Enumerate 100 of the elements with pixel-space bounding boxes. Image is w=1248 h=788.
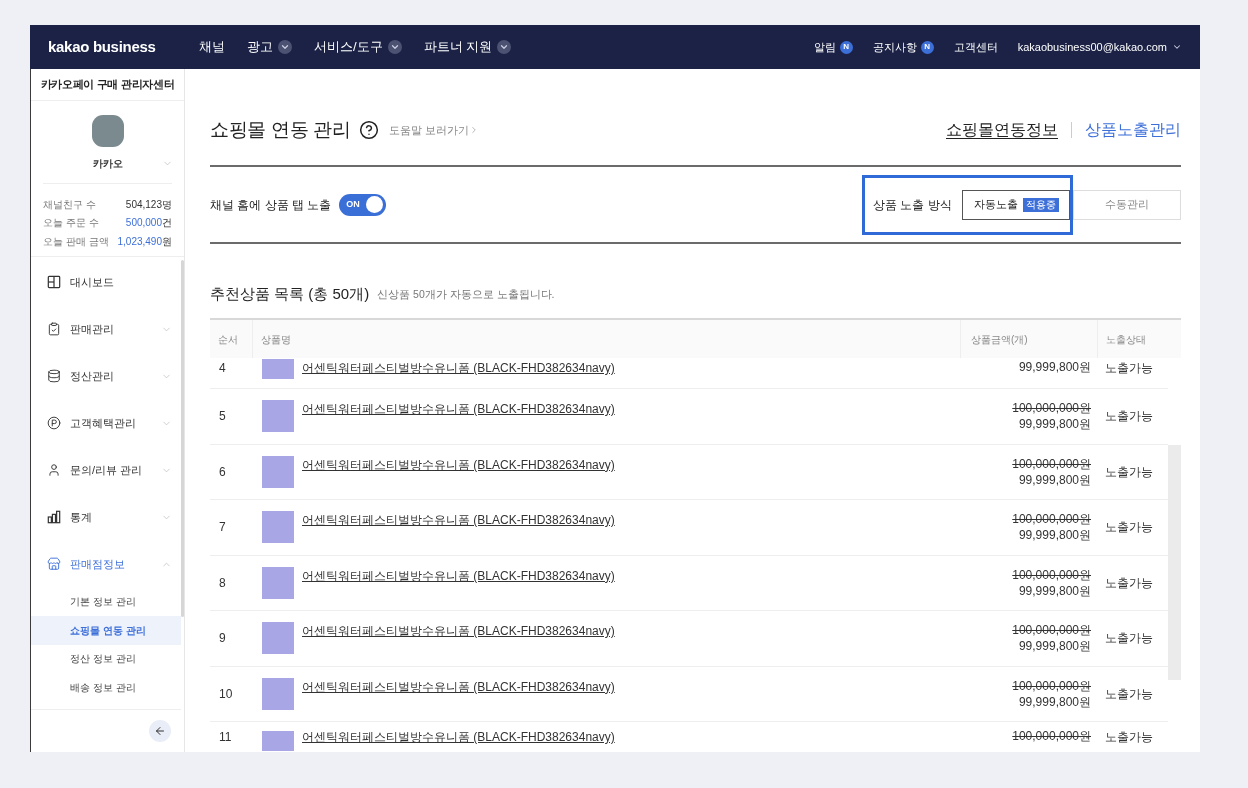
sidebar-menu-item[interactable]: 판매점정보 [31, 540, 181, 588]
tab[interactable]: 쇼핑몰연동정보 [946, 118, 1058, 142]
tab[interactable]: 상품노출관리 [1085, 118, 1181, 142]
sidebar-menu-item[interactable]: 고객혜택관리 [31, 399, 181, 447]
avatar [91, 115, 124, 147]
sale-price: 99,999,800원 [1018, 471, 1091, 488]
column-header: 상품금액(개) [971, 332, 1028, 347]
nav-link[interactable]: 알림 [813, 38, 836, 56]
nav-menu-item[interactable]: 광고 [247, 37, 273, 57]
profile-name: 카카오 [92, 156, 123, 171]
stat-value: 504,123명 [125, 197, 172, 212]
clipboard-check-icon [47, 322, 61, 336]
stat-label: 오늘 판매 금액 [43, 234, 109, 249]
exposure-status: 노출가능 [1105, 408, 1153, 426]
help-link[interactable]: 도움말 보러가기 [388, 121, 469, 139]
product-name-link[interactable]: 어센틱워터페스티벌방수유니폼 (BLACK-FHD382634navy) [302, 622, 615, 641]
column-header: 노출상태 [1106, 332, 1146, 347]
stat-value: 500,000건 [125, 216, 172, 231]
segment-button[interactable]: 자동노출 적용중 [962, 189, 1070, 220]
exposure-method-label: 상품 노출 방식 [873, 196, 953, 214]
exposure-status: 노출가능 [1105, 463, 1153, 481]
column-header: 상품명 [261, 332, 291, 347]
notification-badge: N [920, 40, 934, 54]
product-name-link[interactable]: 어센틱워터페스티벌방수유니폼 (BLACK-FHD382634navy) [302, 511, 615, 530]
stat-label: 오늘 주문 수 [43, 216, 99, 231]
product-name-link[interactable]: 어센틱워터페스티벌방수유니폼 (BLACK-FHD382634navy) [302, 359, 615, 377]
sale-price: 99,999,800원 [1018, 527, 1091, 544]
sidebar-submenu-item[interactable]: 정산 정보 관리 [31, 644, 181, 673]
chevron-down-icon [1172, 42, 1182, 52]
product-name-link[interactable]: 어센틱워터페스티벌방수유니폼 (BLACK-FHD382634navy) [302, 677, 615, 696]
product-name-link[interactable]: 어센틱워터페스티벌방수유니폼 (BLACK-FHD382634navy) [302, 566, 615, 585]
row-number: 11 [219, 729, 232, 746]
nav-link[interactable]: 고객센터 [953, 38, 998, 56]
nav-menu-item[interactable]: 서비스/도구 [314, 37, 383, 57]
sale-price: 99,999,800원 [1018, 359, 1091, 375]
section-title: 추천상품 목록 (총 50개) [210, 283, 370, 304]
list-price: 100,000,000원 [1012, 400, 1091, 417]
product-name-link[interactable]: 어센틱워터페스티벌방수유니폼 (BLACK-FHD382634navy) [302, 728, 615, 746]
row-number: 7 [219, 519, 226, 537]
sidebar-submenu-item[interactable]: 기본 정보 관리 [31, 587, 181, 616]
toggle-switch[interactable]: ON [339, 193, 387, 216]
page-title: 쇼핑몰 연동 관리 [210, 117, 351, 142]
sale-price: 99,999,800원 [1018, 582, 1091, 599]
exposure-status: 노출가능 [1105, 630, 1153, 648]
product-name-link[interactable]: 어센틱워터페스티벌방수유니폼 (BLACK-FHD382634navy) [302, 455, 615, 474]
sidebar-menu-item[interactable]: 판매관리 [31, 305, 181, 353]
sale-price: 99,999,800원 [1018, 416, 1091, 433]
sidebar-menu-item[interactable]: 문의/리뷰 관리 [31, 446, 181, 494]
sidebar-menu-item[interactable]: 정산관리 [31, 352, 181, 400]
list-price: 100,000,000원 [1012, 566, 1091, 583]
row-number: 9 [219, 630, 226, 648]
circle-p-icon [47, 416, 61, 430]
bar-chart-icon [47, 510, 61, 524]
row-number: 8 [219, 574, 226, 592]
list-price: 100,000,000원 [1012, 728, 1091, 744]
notification-badge: N [839, 40, 853, 54]
exposure-status: 노출가능 [1105, 519, 1153, 537]
exposure-status: 노출가능 [1105, 574, 1153, 592]
list-price: 100,000,000원 [1012, 455, 1091, 472]
exposure-status: 노출가능 [1105, 685, 1153, 703]
collapse-sidebar-button[interactable] [149, 720, 171, 742]
row-number: 6 [219, 463, 226, 481]
list-price: 100,000,000원 [1012, 511, 1091, 528]
row-number: 10 [219, 685, 233, 703]
stat-label: 채널친구 수 [43, 197, 96, 212]
exposure-status: 노출가능 [1105, 360, 1153, 377]
product-name-link[interactable]: 어센틱워터페스티벌방수유니폼 (BLACK-FHD382634navy) [302, 400, 615, 419]
list-price: 100,000,000원 [1012, 677, 1091, 694]
logo[interactable]: kakao business [48, 35, 156, 59]
stat-value: 1,023,490원 [117, 234, 172, 249]
arrow-left-icon [154, 725, 166, 737]
scrollbar[interactable] [181, 259, 184, 617]
nav-menu-item[interactable]: 채널 [199, 37, 225, 57]
photo-placeholder [262, 677, 294, 710]
segment-button[interactable]: 수동관리 [1073, 189, 1181, 220]
column-header: 순서 [218, 332, 238, 347]
sidebar-title: 카카오페이 구매 관리자센터 [40, 77, 175, 93]
account-menu[interactable]: kakaobusiness00@kakao.com [1017, 38, 1167, 56]
sidebar-menu-item[interactable]: 대시보드 [31, 258, 181, 306]
nav-menu-item[interactable]: 파트너 지원 [423, 37, 493, 57]
help-icon[interactable] [358, 120, 379, 140]
photo-placeholder [262, 731, 294, 751]
row-number: 4 [219, 360, 226, 377]
chevron-down-icon [497, 40, 512, 54]
photo-placeholder [262, 622, 294, 655]
nav-link[interactable]: 공지사항 [872, 38, 917, 56]
sidebar-submenu-item[interactable]: 쇼핑몰 연동 관리 [31, 616, 181, 645]
database-icon [47, 369, 61, 383]
chevron-down-icon [387, 40, 402, 54]
user-icon [47, 463, 61, 477]
dashboard-icon [47, 275, 61, 289]
photo-placeholder [262, 359, 294, 379]
row-number: 5 [219, 408, 226, 426]
sale-price: 99,999,800원 [1018, 693, 1091, 710]
sidebar-submenu-item[interactable]: 배송 정보 관리 [31, 673, 181, 702]
exposure-status: 노출가능 [1105, 729, 1153, 746]
photo-placeholder [262, 511, 294, 544]
sidebar-menu-item[interactable]: 통계 [31, 493, 181, 541]
toggle-label: 채널 홈에 상품 탭 노출 [210, 196, 332, 214]
photo-placeholder [262, 566, 294, 599]
